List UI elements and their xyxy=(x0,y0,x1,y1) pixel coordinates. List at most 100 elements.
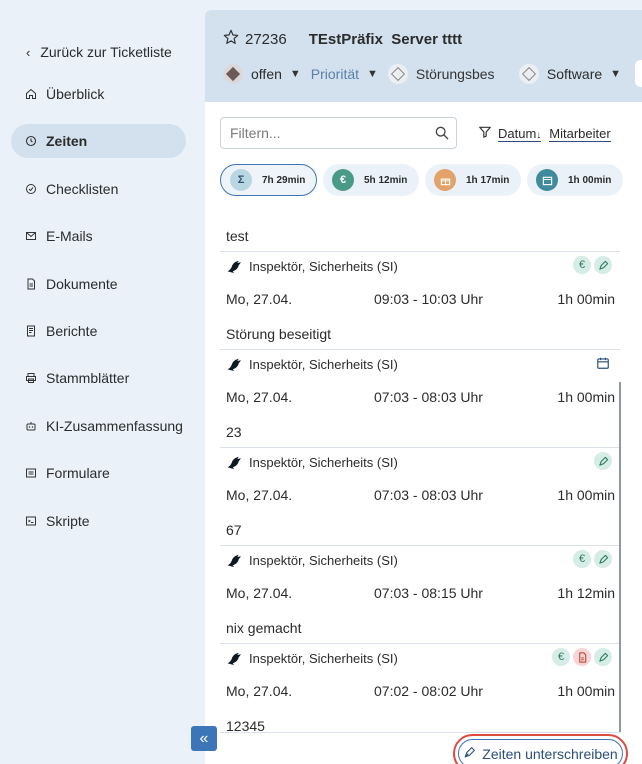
sidebar: ‹ Zurück zur Ticketliste Überblick Zeiten… xyxy=(0,0,205,764)
user-avatar-icon xyxy=(226,259,249,273)
entry-times-row: Mo, 27.04. 07:03 - 08:15 Uhr 1h 12min xyxy=(220,574,620,612)
status-icon xyxy=(223,63,243,84)
sidebar-item-checklisten[interactable]: Checklisten xyxy=(11,172,186,206)
scrollbar[interactable] xyxy=(619,382,621,732)
summary-pill[interactable]: Σ 7h 29min xyxy=(220,164,317,196)
time-summary: Σ 7h 29min €5h 12min 1h 17min 1h 00min xyxy=(220,164,623,196)
sidebar-item-label: Stammblätter xyxy=(46,370,130,387)
pen-sign-icon[interactable] xyxy=(594,550,612,568)
entry-title[interactable]: 23 xyxy=(220,416,620,448)
sigma-icon: Σ xyxy=(230,169,252,191)
euro-icon[interactable]: € xyxy=(573,550,591,568)
summary-pill[interactable]: €5h 12min xyxy=(323,164,419,196)
entry-user-name: Inspektör, Sicherheits (SI) xyxy=(249,454,398,470)
filter-funnel-icon[interactable] xyxy=(478,125,492,142)
overflow-pill[interactable]: 0 xyxy=(635,60,642,87)
entry-title[interactable]: nix gemacht xyxy=(220,612,620,644)
entry-user-row: Inspektör, Sicherheits (SI) xyxy=(220,448,620,476)
entry-user-name: Inspektör, Sicherheits (SI) xyxy=(249,552,398,568)
sign-times-button[interactable]: Zeiten unterschreiben xyxy=(453,734,628,764)
sidebar-item-label: KI-Zusammenfassung xyxy=(46,417,183,434)
sidebar-item-zeiten[interactable]: Zeiten xyxy=(11,124,186,159)
sort-date-label: Datum xyxy=(498,125,537,141)
sidebar-item-label: Zeiten xyxy=(46,133,88,150)
filter-placeholder: Filtern... xyxy=(230,125,281,141)
entry-time-span: 07:03 - 08:03 Uhr xyxy=(374,389,483,405)
star-icon[interactable] xyxy=(223,29,239,49)
euro-icon[interactable]: € xyxy=(573,256,591,274)
calendar-icon xyxy=(536,169,558,191)
pen-sign-icon[interactable] xyxy=(594,648,612,666)
sidebar-item-überblick[interactable]: Überblick xyxy=(11,77,186,111)
entry-date: Mo, 27.04. xyxy=(226,585,293,601)
filter-input[interactable]: Filtern... xyxy=(220,117,457,149)
collapse-sidebar-button[interactable]: « xyxy=(191,726,217,751)
user-avatar-icon xyxy=(226,651,249,665)
status-dropdown[interactable]: offen xyxy=(251,66,282,82)
ticket-id: 27236 xyxy=(245,30,287,48)
sidebar-item-stammblätter[interactable]: Stammblätter xyxy=(11,361,186,395)
entry-title[interactable]: 12345 xyxy=(220,710,620,742)
entry-times-row: Mo, 27.04. 07:03 - 08:03 Uhr 1h 00min xyxy=(220,378,620,416)
back-link-label: Zurück zur Ticketliste xyxy=(40,44,172,60)
entry-time-span: 07:03 - 08:15 Uhr xyxy=(374,585,483,601)
terminal-icon xyxy=(25,515,37,527)
calendar-icon[interactable] xyxy=(594,354,612,372)
entry-times-row: Mo, 27.04. 07:02 - 08:02 Uhr 1h 00min xyxy=(220,672,620,710)
entry-date: Mo, 27.04. xyxy=(226,683,293,699)
search-icon[interactable] xyxy=(434,125,450,144)
entry-time-span: 09:03 - 10:03 Uhr xyxy=(374,291,483,307)
entry-duration: 1h 00min xyxy=(557,683,615,699)
entry-title[interactable]: test xyxy=(220,220,620,252)
pen-sign-icon[interactable] xyxy=(594,256,612,274)
sort-date-button[interactable]: Datum↓ xyxy=(498,125,542,142)
double-chevron-left-icon: « xyxy=(199,729,209,747)
back-to-ticketlist-link[interactable]: ‹ Zurück zur Ticketliste xyxy=(26,44,172,60)
entry-user-name: Inspektör, Sicherheits (SI) xyxy=(249,258,398,274)
summary-value: 1h 00min xyxy=(568,174,612,186)
time-entries-list: test Inspektör, Sicherheits (SI) € Mo, 27.0… xyxy=(220,220,620,742)
sidebar-item-e-mails[interactable]: E-Mails xyxy=(11,219,186,253)
checklist-icon xyxy=(25,183,37,195)
pen-sign-icon[interactable] xyxy=(594,452,612,470)
sidebar-item-label: Checklisten xyxy=(46,180,119,197)
pdf-icon[interactable] xyxy=(573,648,591,666)
entry-duration: 1h 00min xyxy=(557,291,615,307)
entry-user-row: Inspektör, Sicherheits (SI) € xyxy=(220,644,620,672)
chevron-left-icon: ‹ xyxy=(26,44,31,60)
priority-dropdown[interactable]: Priorität xyxy=(311,66,359,82)
sidebar-item-label: Berichte xyxy=(46,322,98,339)
summary-pill[interactable]: 1h 00min xyxy=(527,164,623,196)
entry-title[interactable]: Störung beseitigt xyxy=(220,318,620,350)
robot-icon xyxy=(25,420,37,432)
euro-icon[interactable]: € xyxy=(552,648,570,666)
entry-user-name: Inspektör, Sicherheits (SI) xyxy=(249,650,398,666)
group-employee-button[interactable]: Mitarbeiter xyxy=(549,126,611,142)
summary-pill[interactable]: 1h 17min xyxy=(425,164,521,196)
sidebar-item-dokumente[interactable]: Dokumente xyxy=(11,267,186,301)
type-dropdown[interactable]: Software xyxy=(547,66,602,82)
printer-icon xyxy=(25,372,37,384)
summary-value: 1h 17min xyxy=(466,174,510,186)
times-content: Filtern... Datum↓ Mitarbeiter Σ 7h 29min €… xyxy=(205,102,642,764)
user-avatar-icon xyxy=(226,553,249,567)
ticket-title: TEstPräfix Server tttt xyxy=(308,30,463,48)
entry-title[interactable]: 67 xyxy=(220,514,620,546)
report-icon xyxy=(25,325,37,337)
entry-duration: 1h 00min xyxy=(557,487,615,503)
sidebar-item-ki-zusammenfassung[interactable]: KI-Zusammenfassung xyxy=(11,409,186,443)
clock-icon xyxy=(25,135,37,147)
category-dropdown[interactable]: Störungsbes xyxy=(416,66,513,82)
category-icon xyxy=(387,63,408,84)
ticket-header: 27236 TEstPräfix Server tttt offen ▼ Pri… xyxy=(205,10,642,102)
sidebar-item-formulare[interactable]: Formulare xyxy=(11,456,186,490)
chevron-down-icon: ▼ xyxy=(610,67,622,80)
chevron-down-icon: ▼ xyxy=(289,67,301,80)
entry-times-row: Mo, 27.04. 09:03 - 10:03 Uhr 1h 00min xyxy=(220,280,620,318)
entry-user-row: Inspektör, Sicherheits (SI) xyxy=(220,350,620,378)
entry-date: Mo, 27.04. xyxy=(226,389,293,405)
entry-duration: 1h 00min xyxy=(557,389,615,405)
euro-icon: € xyxy=(332,169,354,191)
sidebar-item-skripte[interactable]: Skripte xyxy=(11,504,186,538)
sidebar-item-berichte[interactable]: Berichte xyxy=(11,314,186,348)
